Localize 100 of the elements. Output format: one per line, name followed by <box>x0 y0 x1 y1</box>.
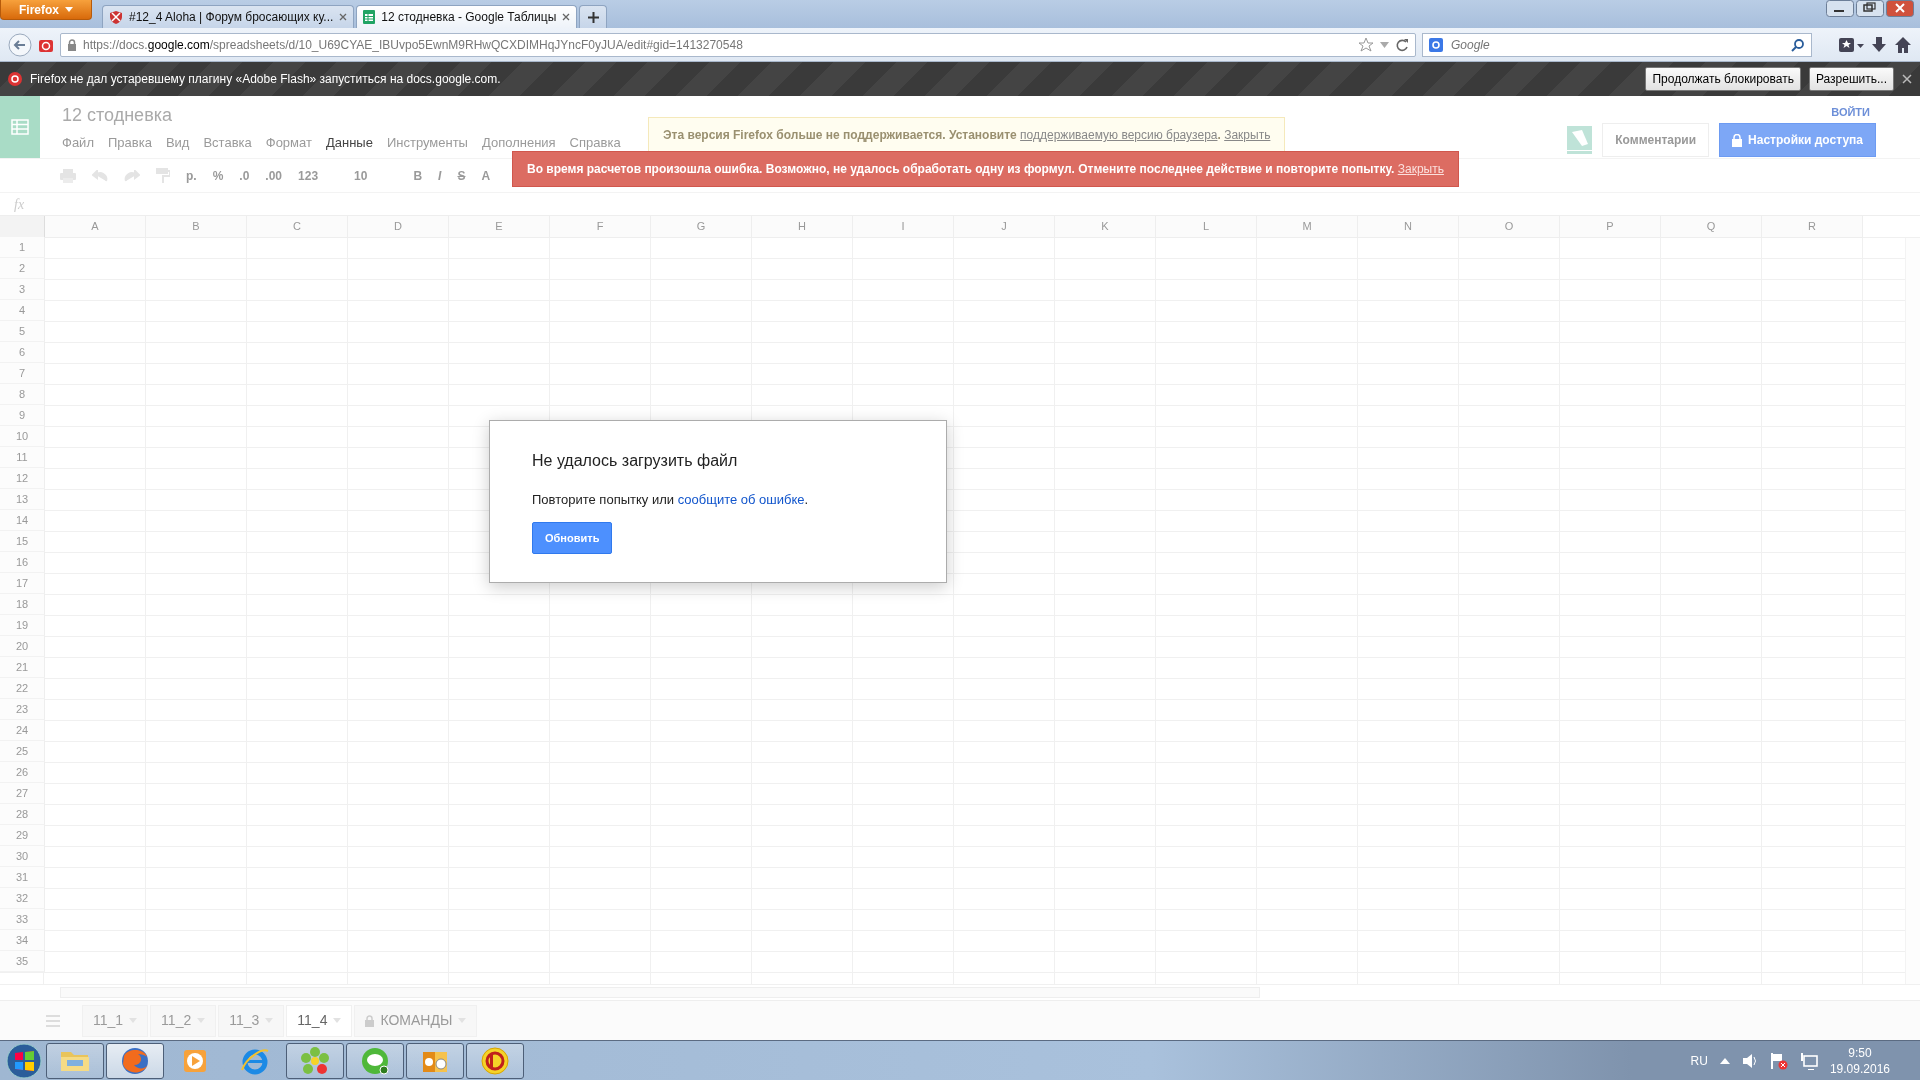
column-header[interactable]: N <box>1358 216 1459 238</box>
taskbar-button[interactable] <box>46 1042 104 1079</box>
row-header[interactable]: 21 <box>0 657 45 678</box>
toolbar-button[interactable]: B <box>413 166 423 185</box>
row-header[interactable]: 26 <box>0 762 45 783</box>
column-header[interactable]: F <box>550 216 651 238</box>
toolbar-button[interactable]: I <box>438 166 442 185</box>
toolbar-button[interactable]: 10 <box>354 166 368 185</box>
row-header[interactable]: 13 <box>0 489 45 510</box>
clock-date[interactable]: 19.09.2016 <box>1829 1060 1890 1077</box>
download-icon[interactable] <box>1870 35 1888 54</box>
row-header[interactable]: 25 <box>0 741 45 762</box>
document-title[interactable]: 12 стодневка <box>40 96 621 129</box>
reload-icon[interactable] <box>1395 37 1409 52</box>
row-header[interactable]: 29 <box>0 825 45 846</box>
row-header[interactable]: 33 <box>0 909 45 930</box>
star-icon[interactable] <box>1358 36 1374 53</box>
column-header[interactable]: P <box>1560 216 1661 238</box>
column-header[interactable]: H <box>752 216 853 238</box>
row-header[interactable]: 24 <box>0 720 45 741</box>
row-header[interactable]: 20 <box>0 636 45 657</box>
network-icon[interactable] <box>1799 1051 1818 1070</box>
column-header[interactable]: J <box>954 216 1055 238</box>
notification-button[interactable]: Продолжать блокировать <box>1645 67 1801 91</box>
share-button[interactable]: Настройки доступа <box>1719 123 1876 157</box>
report-link[interactable]: сообщите об ошибке <box>677 492 805 508</box>
row-header[interactable]: 34 <box>0 930 45 951</box>
dropdown-icon[interactable] <box>1380 41 1389 48</box>
column-header[interactable]: R <box>1762 216 1863 238</box>
toolbar-button[interactable]: .00 <box>265 166 283 185</box>
close-icon[interactable] <box>339 13 348 21</box>
speaker-icon[interactable] <box>1741 1052 1758 1069</box>
refresh-button[interactable]: Обновить <box>532 521 613 555</box>
column-header[interactable]: B <box>146 216 247 238</box>
row-header[interactable]: 4 <box>0 300 45 321</box>
notification-button[interactable]: Разрешить... <box>1808 67 1894 91</box>
chevron-up-icon[interactable] <box>1719 1057 1730 1064</box>
column-header[interactable]: O <box>1459 216 1560 238</box>
browser-tab[interactable]: #12_4 Aloha | Форум бросающих ку... <box>102 5 355 28</box>
sheet-tab[interactable]: 11_3 <box>218 1004 285 1037</box>
row-header[interactable]: 8 <box>0 384 45 405</box>
column-header[interactable]: D <box>348 216 449 238</box>
column-header[interactable]: I <box>853 216 954 238</box>
row-header[interactable]: 11 <box>0 447 45 468</box>
row-header[interactable]: 9 <box>0 405 45 426</box>
column-header[interactable]: Q <box>1661 216 1762 238</box>
taskbar-button[interactable] <box>466 1042 524 1079</box>
row-header[interactable]: 14 <box>0 510 45 531</box>
taskbar-button[interactable] <box>346 1042 404 1079</box>
toolbar-button[interactable]: A <box>481 166 491 185</box>
row-header[interactable]: 22 <box>0 678 45 699</box>
comments-button[interactable]: Комментарии <box>1602 123 1710 157</box>
back-icon[interactable] <box>8 32 32 57</box>
menu-item[interactable]: Вид <box>165 133 190 153</box>
row-header[interactable]: 19 <box>0 615 45 636</box>
start-button[interactable] <box>4 1041 44 1080</box>
row-header[interactable]: 35 <box>0 951 45 972</box>
close-button[interactable] <box>1886 0 1914 17</box>
column-header[interactable]: L <box>1156 216 1257 238</box>
address-field[interactable]: https://docs.google.com/spreadsheets/d/10_U69CYAE_IBUvpo5EwnM9RHwQCXDIMHqJYncF0yJUA/edit#gid=1413270548 <box>60 32 1416 57</box>
new-tab-button[interactable] <box>579 5 608 28</box>
language-indicator[interactable]: RU <box>1690 1051 1708 1070</box>
row-header[interactable]: 10 <box>0 426 45 447</box>
restore-button[interactable] <box>1856 0 1884 17</box>
home-icon[interactable] <box>1894 35 1912 54</box>
row-header[interactable]: 2 <box>0 258 45 279</box>
column-header[interactable]: E <box>449 216 550 238</box>
menu-item[interactable]: Данные <box>325 133 373 153</box>
taskbar-button[interactable] <box>286 1042 344 1079</box>
toolbar-button[interactable]: р. <box>186 166 197 185</box>
sign-in-link[interactable]: ВОЙТИ <box>1831 104 1870 121</box>
toolbar-button[interactable]: % <box>212 166 224 185</box>
sheet-tab[interactable]: 11_2 <box>150 1004 217 1037</box>
flag-icon[interactable] <box>1769 1051 1788 1070</box>
toolbar-button[interactable]: S <box>457 166 466 185</box>
browser-tab[interactable]: 12 стодневка - Google Таблицы <box>356 5 578 28</box>
menu-item[interactable]: Правка <box>107 133 152 153</box>
close-icon[interactable] <box>1902 74 1912 84</box>
toolbar-button[interactable]: .0 <box>239 166 250 185</box>
row-header[interactable]: 30 <box>0 846 45 867</box>
row-header[interactable]: 3 <box>0 279 45 300</box>
minimize-button[interactable] <box>1826 0 1854 17</box>
menu-item[interactable]: Формат <box>265 133 312 153</box>
close-icon[interactable] <box>562 13 571 21</box>
app-menu-button[interactable]: Firefox <box>0 0 92 20</box>
row-header[interactable]: 15 <box>0 531 45 552</box>
column-header[interactable]: C <box>247 216 348 238</box>
row-header[interactable]: 1 <box>0 237 45 258</box>
sheet-tab[interactable]: 11_4 <box>286 1004 353 1037</box>
bookmarks-icon[interactable] <box>1838 35 1864 54</box>
row-header[interactable]: 28 <box>0 804 45 825</box>
taskbar-button[interactable] <box>106 1042 164 1079</box>
row-header[interactable]: 17 <box>0 573 45 594</box>
menu-item[interactable]: Инструменты <box>386 133 468 153</box>
column-header[interactable]: A <box>45 216 146 238</box>
menu-item[interactable]: Дополнения <box>481 133 556 153</box>
toolbar-button[interactable]: 123 <box>298 166 319 185</box>
row-header[interactable]: 5 <box>0 321 45 342</box>
sheet-tab[interactable]: КОМАНДЫ <box>354 1004 478 1037</box>
column-header[interactable]: K <box>1055 216 1156 238</box>
